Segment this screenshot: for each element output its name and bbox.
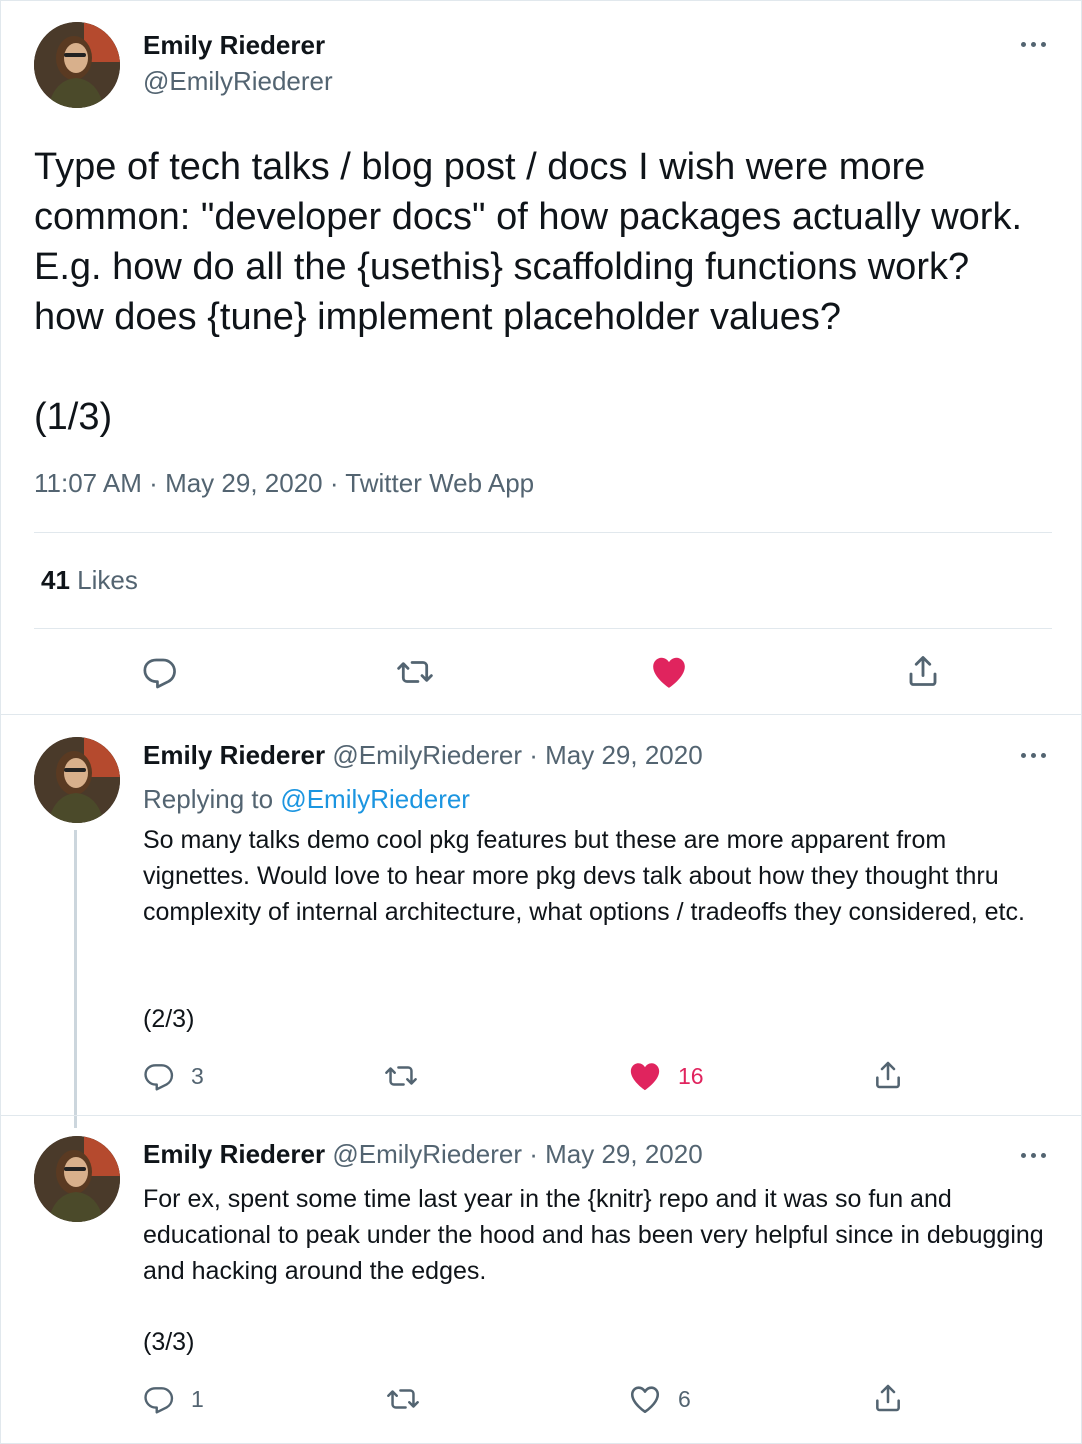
author-handle[interactable]: @EmilyRiederer <box>143 66 333 97</box>
more-icon[interactable] <box>1021 42 1046 47</box>
replying-to: Replying to @EmilyRiederer <box>143 784 470 814</box>
more-icon[interactable] <box>1021 753 1046 758</box>
reply-count: 1 <box>191 1385 204 1412</box>
thread-connector <box>74 830 77 1128</box>
reply-icon <box>144 1387 174 1414</box>
reply-header: Emily Riederer @EmilyRiederer · May 29, … <box>143 740 703 770</box>
tweet-date[interactable]: May 29, 2020 <box>545 740 703 770</box>
retweet-button[interactable] <box>384 1060 418 1092</box>
share-button[interactable] <box>872 1381 904 1415</box>
divider <box>0 714 1082 715</box>
author-handle[interactable]: @EmilyRiederer <box>332 1139 522 1169</box>
avatar[interactable] <box>34 737 120 823</box>
thread-part: (1/3) <box>34 396 113 438</box>
more-icon[interactable] <box>1021 1153 1046 1158</box>
thread-part: (2/3) <box>143 1005 195 1033</box>
retweet-icon <box>387 1389 419 1409</box>
like-count: 16 <box>678 1062 704 1089</box>
reply-icon <box>143 658 176 689</box>
heart-icon <box>630 1063 660 1091</box>
reply-count: 3 <box>191 1062 204 1089</box>
share-icon <box>876 1384 900 1412</box>
author-handle[interactable]: @EmilyRiederer <box>332 740 522 770</box>
reply-header: Emily Riederer @EmilyRiederer · May 29, … <box>143 1139 703 1169</box>
like-count: 6 <box>678 1385 691 1412</box>
reply-button[interactable]: 3 <box>143 1060 204 1092</box>
author-name[interactable]: Emily Riederer <box>143 30 325 61</box>
divider <box>0 1115 1082 1116</box>
share-icon <box>909 656 937 686</box>
reply-button[interactable]: 1 <box>143 1383 204 1415</box>
thread-part: (3/3) <box>143 1328 195 1356</box>
author-name[interactable]: Emily Riederer <box>143 740 325 770</box>
like-button[interactable]: 6 <box>628 1383 691 1415</box>
retweet-button[interactable] <box>386 1383 420 1415</box>
tweet-text: So many talks demo cool pkg features but… <box>143 826 1025 926</box>
retweet-icon <box>397 661 433 683</box>
likes-count[interactable]: 41 Likes <box>41 565 138 596</box>
like-button[interactable]: 16 <box>628 1060 704 1092</box>
divider <box>34 628 1052 629</box>
heart-icon <box>653 657 685 688</box>
share-icon <box>876 1061 900 1089</box>
share-button[interactable] <box>905 652 941 690</box>
tweet-source[interactable]: Twitter Web App <box>345 468 534 498</box>
author-name[interactable]: Emily Riederer <box>143 1139 325 1169</box>
like-button[interactable] <box>650 654 688 690</box>
divider <box>34 532 1052 533</box>
replying-to-link[interactable]: @EmilyRiederer <box>280 784 470 814</box>
reply-icon <box>144 1064 174 1091</box>
tweet-time[interactable]: 11:07 AM <box>34 468 142 498</box>
tweet-date[interactable]: May 29, 2020 <box>545 1139 703 1169</box>
tweet-text: For ex, spent some time last year in the… <box>143 1185 1044 1285</box>
tweet-text: Type of tech talks / blog post / docs I … <box>34 146 1023 338</box>
reply-button[interactable] <box>142 654 178 690</box>
tweet-date[interactable]: May 29, 2020 <box>165 468 323 498</box>
retweet-icon <box>385 1066 417 1086</box>
heart-icon <box>630 1386 660 1414</box>
retweet-button[interactable] <box>396 654 434 690</box>
avatar[interactable] <box>34 22 120 108</box>
share-button[interactable] <box>872 1058 904 1092</box>
avatar[interactable] <box>34 1136 120 1222</box>
tweet-meta: 11:07 AM · May 29, 2020 · Twitter Web Ap… <box>34 468 535 498</box>
